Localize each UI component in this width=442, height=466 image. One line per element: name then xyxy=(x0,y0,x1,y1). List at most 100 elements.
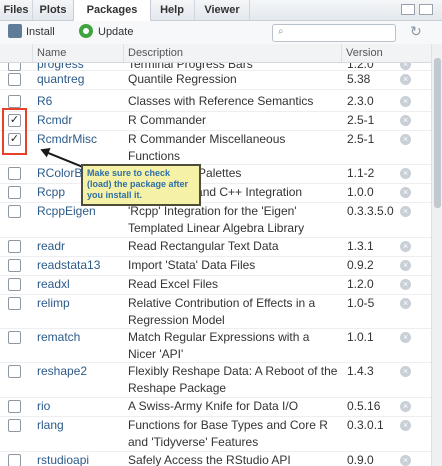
package-load-checkbox[interactable] xyxy=(8,365,21,378)
package-name-link[interactable]: rlang xyxy=(37,418,64,432)
package-description: A Swiss-Army Knife for Data I/O xyxy=(128,399,299,413)
package-name-link[interactable]: Rcmdr xyxy=(37,113,72,127)
package-version: 2.5-1 xyxy=(347,132,375,146)
package-name-link[interactable]: Rcpp xyxy=(37,185,65,199)
package-description: Relative Contribution of Effects in a Re… xyxy=(128,296,316,327)
package-list: progress Terminal Progress Bars 1.2.0 × quan… xyxy=(0,63,431,466)
package-load-checkbox[interactable] xyxy=(8,167,21,180)
package-name-link[interactable]: RcmdrMisc xyxy=(37,132,97,146)
remove-package-icon[interactable]: × xyxy=(400,241,411,252)
update-icon xyxy=(79,24,93,38)
remove-package-icon[interactable]: × xyxy=(400,187,411,198)
package-load-checkbox[interactable] xyxy=(8,73,21,86)
package-description: Read Excel Files xyxy=(128,277,219,291)
package-load-checkbox[interactable] xyxy=(8,278,21,291)
package-version: 0.3.3.5.0 xyxy=(347,204,394,218)
remove-package-icon[interactable]: × xyxy=(400,455,411,466)
column-header-name[interactable]: Name xyxy=(32,44,123,62)
package-load-checkbox[interactable] xyxy=(8,331,21,344)
package-version: 0.3.0.1 xyxy=(347,418,384,432)
maximize-icon[interactable] xyxy=(419,4,433,15)
package-version: 1.0-5 xyxy=(347,296,375,310)
package-load-checkbox[interactable] xyxy=(8,400,21,413)
package-row: rematch Match Regular Expressions with a … xyxy=(0,328,431,363)
package-version: 1.2.0 xyxy=(347,277,374,291)
package-description: Classes with Reference Semantics xyxy=(128,94,314,108)
package-name-link[interactable]: readr xyxy=(37,239,65,253)
refresh-icon[interactable]: ↻ xyxy=(410,23,422,40)
package-row: rstudioapi Safely Access the RStudio API 0… xyxy=(0,451,431,466)
package-row: readxl Read Excel Files 1.2.0 × xyxy=(0,275,431,295)
tab-packages[interactable]: Packages xyxy=(73,0,151,21)
remove-package-icon[interactable]: × xyxy=(400,168,411,179)
package-load-checkbox[interactable] xyxy=(8,454,21,466)
column-header-description[interactable]: Description xyxy=(123,44,341,62)
package-row: rio A Swiss-Army Knife for Data I/O 0.5.16… xyxy=(0,397,431,417)
package-version: 0.9.0 xyxy=(347,453,374,466)
remove-package-icon[interactable]: × xyxy=(400,63,411,70)
minimize-icon[interactable] xyxy=(401,4,415,15)
package-row: RColorBrewerColorBrewer Palettes1.1-2× xyxy=(0,164,431,184)
package-name-link[interactable]: readstata13 xyxy=(37,258,100,272)
remove-package-icon[interactable]: × xyxy=(400,298,411,309)
package-row: reshape2 Flexibly Reshape Data: A Reboot … xyxy=(0,362,431,398)
scrollbar[interactable] xyxy=(431,44,442,466)
package-name-link[interactable]: readxl xyxy=(37,277,70,291)
package-name-link[interactable]: rematch xyxy=(37,330,80,344)
package-row: relimp Relative Contribution of Effects i… xyxy=(0,294,431,329)
package-load-checkbox[interactable] xyxy=(8,95,21,108)
install-button[interactable]: Install xyxy=(26,24,55,41)
package-name-link[interactable]: reshape2 xyxy=(37,364,87,378)
package-version: 0.9.2 xyxy=(347,258,374,272)
tab-files[interactable]: Files xyxy=(0,0,33,20)
remove-package-icon[interactable]: × xyxy=(400,401,411,412)
package-name-link[interactable]: quantreg xyxy=(37,72,84,86)
package-load-checkbox[interactable] xyxy=(8,297,21,310)
package-load-checkbox[interactable] xyxy=(8,240,21,253)
package-version: 5.38 xyxy=(347,72,371,86)
package-name-link[interactable]: rstudioapi xyxy=(37,453,89,466)
remove-package-icon[interactable]: × xyxy=(400,279,411,290)
remove-package-icon[interactable]: × xyxy=(400,366,411,377)
remove-package-icon[interactable]: × xyxy=(400,332,411,343)
package-description: Quantile Regression xyxy=(128,72,237,86)
search-icon: ⌕ xyxy=(278,26,284,37)
package-row: Rcpp Seamless R and C++ Integration 1.0.0 × xyxy=(0,183,431,203)
package-load-checkbox[interactable] xyxy=(8,205,21,218)
callout-note: Make sure to check (load) the package af… xyxy=(81,164,201,206)
package-row: readr Read Rectangular Text Data 1.3.1 × xyxy=(0,237,431,257)
package-version: 1.1-2 xyxy=(347,166,375,180)
column-header-version[interactable]: Version xyxy=(341,44,397,62)
package-name-link[interactable]: relimp xyxy=(37,296,70,310)
package-description: Safely Access the RStudio API xyxy=(128,453,291,466)
checkbox-highlight-box xyxy=(2,108,27,155)
package-version: 2.5-1 xyxy=(347,113,375,127)
remove-package-icon[interactable]: × xyxy=(400,74,411,85)
package-description: Import 'Stata' Data Files xyxy=(128,258,256,272)
remove-package-icon[interactable]: × xyxy=(400,206,411,217)
update-button[interactable]: Update xyxy=(98,24,133,41)
package-name-link[interactable]: RcppEigen xyxy=(37,204,96,218)
package-version: 1.0.1 xyxy=(347,330,374,344)
package-version: 2.3.0 xyxy=(347,94,374,108)
package-version: 1.3.1 xyxy=(347,239,374,253)
tab-help[interactable]: Help xyxy=(150,0,195,20)
package-load-checkbox[interactable] xyxy=(8,419,21,432)
install-icon xyxy=(8,24,22,38)
package-load-checkbox[interactable] xyxy=(8,259,21,272)
remove-package-icon[interactable]: × xyxy=(400,420,411,431)
package-name-link[interactable]: R6 xyxy=(37,94,52,108)
package-name-link[interactable]: rio xyxy=(37,399,50,413)
scrollbar-thumb[interactable] xyxy=(434,58,441,208)
tab-viewer[interactable]: Viewer xyxy=(195,0,250,20)
remove-package-icon[interactable]: × xyxy=(400,115,411,126)
package-description: R Commander Miscellaneous Functions xyxy=(128,132,286,163)
tab-plots[interactable]: Plots xyxy=(33,0,74,20)
search-input[interactable] xyxy=(272,24,396,42)
package-load-checkbox[interactable] xyxy=(8,186,21,199)
remove-package-icon[interactable]: × xyxy=(400,260,411,271)
remove-package-icon[interactable]: × xyxy=(400,96,411,107)
remove-package-icon[interactable]: × xyxy=(400,134,411,145)
package-version: 1.0.0 xyxy=(347,185,374,199)
pane-tab-bar: Files Plots Packages Help Viewer xyxy=(0,0,442,21)
